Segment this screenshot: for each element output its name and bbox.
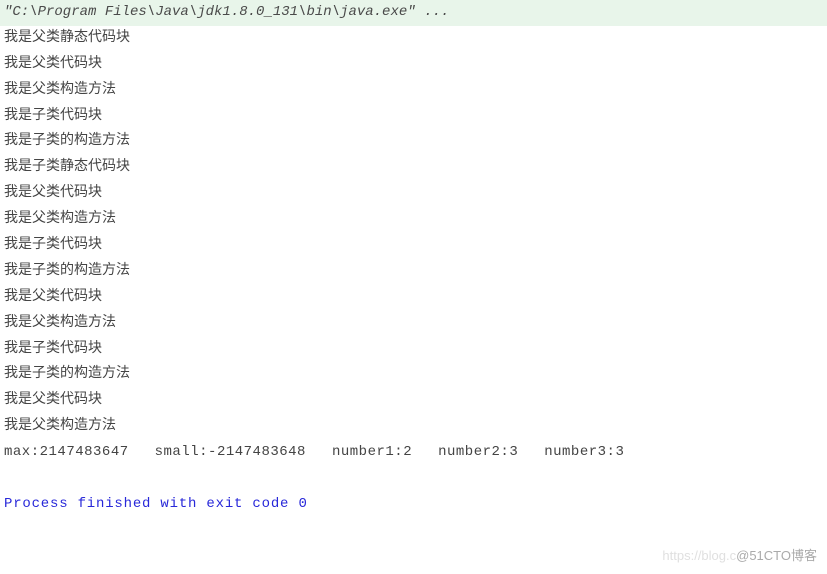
max-label: max: — [4, 444, 40, 460]
exit-message: Process finished with exit code 0 — [0, 492, 827, 518]
output-line: 我是子类代码块 — [0, 104, 827, 130]
output-line: 我是父类构造方法 — [0, 414, 827, 440]
output-line: 我是父类代码块 — [0, 285, 827, 311]
output-lines-container: 我是父类静态代码块我是父类代码块我是父类构造方法我是子类代码块我是子类的构造方法… — [0, 26, 827, 440]
small-label: small: — [155, 444, 208, 460]
output-line: 我是父类代码块 — [0, 388, 827, 414]
output-line: 我是子类的构造方法 — [0, 259, 827, 285]
output-line: 我是子类静态代码块 — [0, 155, 827, 181]
number2-value: 3 — [509, 444, 518, 460]
number3-value: 3 — [615, 444, 624, 460]
number3-label: number3: — [544, 444, 615, 460]
output-line: 我是父类代码块 — [0, 52, 827, 78]
output-line: 我是父类代码块 — [0, 181, 827, 207]
output-line: 我是子类代码块 — [0, 337, 827, 363]
number1-value: 2 — [403, 444, 412, 460]
small-value: -2147483648 — [208, 444, 306, 460]
output-line: 我是父类静态代码块 — [0, 26, 827, 52]
max-value: 2147483647 — [40, 444, 129, 460]
number2-label: number2: — [438, 444, 509, 460]
values-line: max:2147483647 small:-2147483648 number1:2… — [0, 440, 827, 466]
output-line: 我是父类构造方法 — [0, 78, 827, 104]
watermark-label: @51CTO博客 — [736, 548, 817, 563]
watermark-url: https://blog.c — [662, 548, 736, 563]
output-line: 我是子类的构造方法 — [0, 129, 827, 155]
output-line: 我是父类构造方法 — [0, 207, 827, 233]
output-line: 我是子类代码块 — [0, 233, 827, 259]
command-line: "C:\Program Files\Java\jdk1.8.0_131\bin\… — [0, 0, 827, 26]
output-line: 我是子类的构造方法 — [0, 362, 827, 388]
console-output: "C:\Program Files\Java\jdk1.8.0_131\bin\… — [0, 0, 827, 518]
blank-line — [0, 466, 827, 492]
watermark: https://blog.c@51CTO博客 — [662, 544, 817, 568]
number1-label: number1: — [332, 444, 403, 460]
output-line: 我是父类构造方法 — [0, 311, 827, 337]
